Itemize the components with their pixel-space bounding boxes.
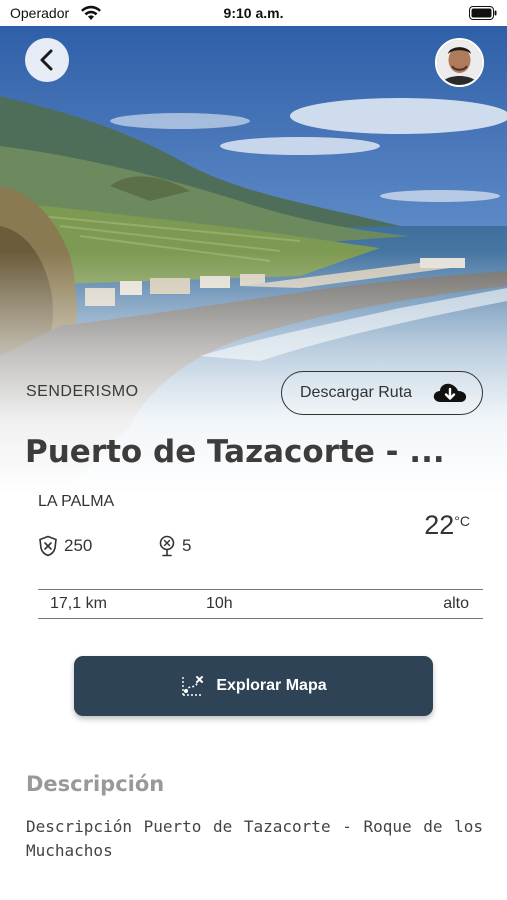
duration-value: 10h bbox=[206, 595, 233, 612]
pins-value: 5 bbox=[182, 536, 192, 555]
status-bar: Operador 9:10 a.m. bbox=[0, 0, 507, 26]
points-value: 250 bbox=[64, 536, 93, 555]
route-metrics: 17,1 km 10h alto bbox=[38, 589, 483, 619]
description-text: Descripción Puerto de Tazacorte - Roque … bbox=[26, 817, 483, 860]
shield-icon bbox=[39, 535, 57, 557]
map-pin-icon bbox=[159, 535, 175, 557]
description-heading: Descripción bbox=[26, 772, 165, 796]
user-avatar[interactable] bbox=[435, 38, 484, 87]
points-stat: 250 bbox=[38, 535, 92, 557]
status-time: 9:10 a.m. bbox=[223, 5, 284, 21]
hero-image bbox=[0, 26, 507, 496]
explore-map-label: Explorar Mapa bbox=[216, 677, 327, 694]
chevron-left-icon bbox=[40, 49, 53, 71]
difficulty-value: alto bbox=[443, 595, 469, 612]
map-route-icon bbox=[182, 676, 204, 696]
temperature-unit: °C bbox=[454, 513, 470, 529]
route-title: Puerto de Tazacorte - ... bbox=[25, 434, 445, 470]
explore-map-button[interactable]: Explorar Mapa bbox=[74, 656, 433, 716]
temperature: 22°C bbox=[424, 510, 470, 541]
download-route-button[interactable]: Descargar Ruta bbox=[281, 371, 483, 415]
battery-icon bbox=[469, 6, 497, 20]
download-route-label: Descargar Ruta bbox=[300, 384, 413, 401]
temperature-value: 22 bbox=[424, 510, 455, 540]
back-button[interactable] bbox=[25, 38, 69, 82]
hero-fade-overlay bbox=[0, 26, 507, 496]
pins-stat: 5 bbox=[158, 535, 191, 557]
cloud-download-icon bbox=[433, 383, 467, 402]
route-region: LA PALMA bbox=[38, 493, 115, 510]
distance-value: 17,1 km bbox=[50, 595, 107, 612]
avatar-photo bbox=[437, 40, 482, 85]
route-category: SENDERISMO bbox=[26, 383, 139, 400]
